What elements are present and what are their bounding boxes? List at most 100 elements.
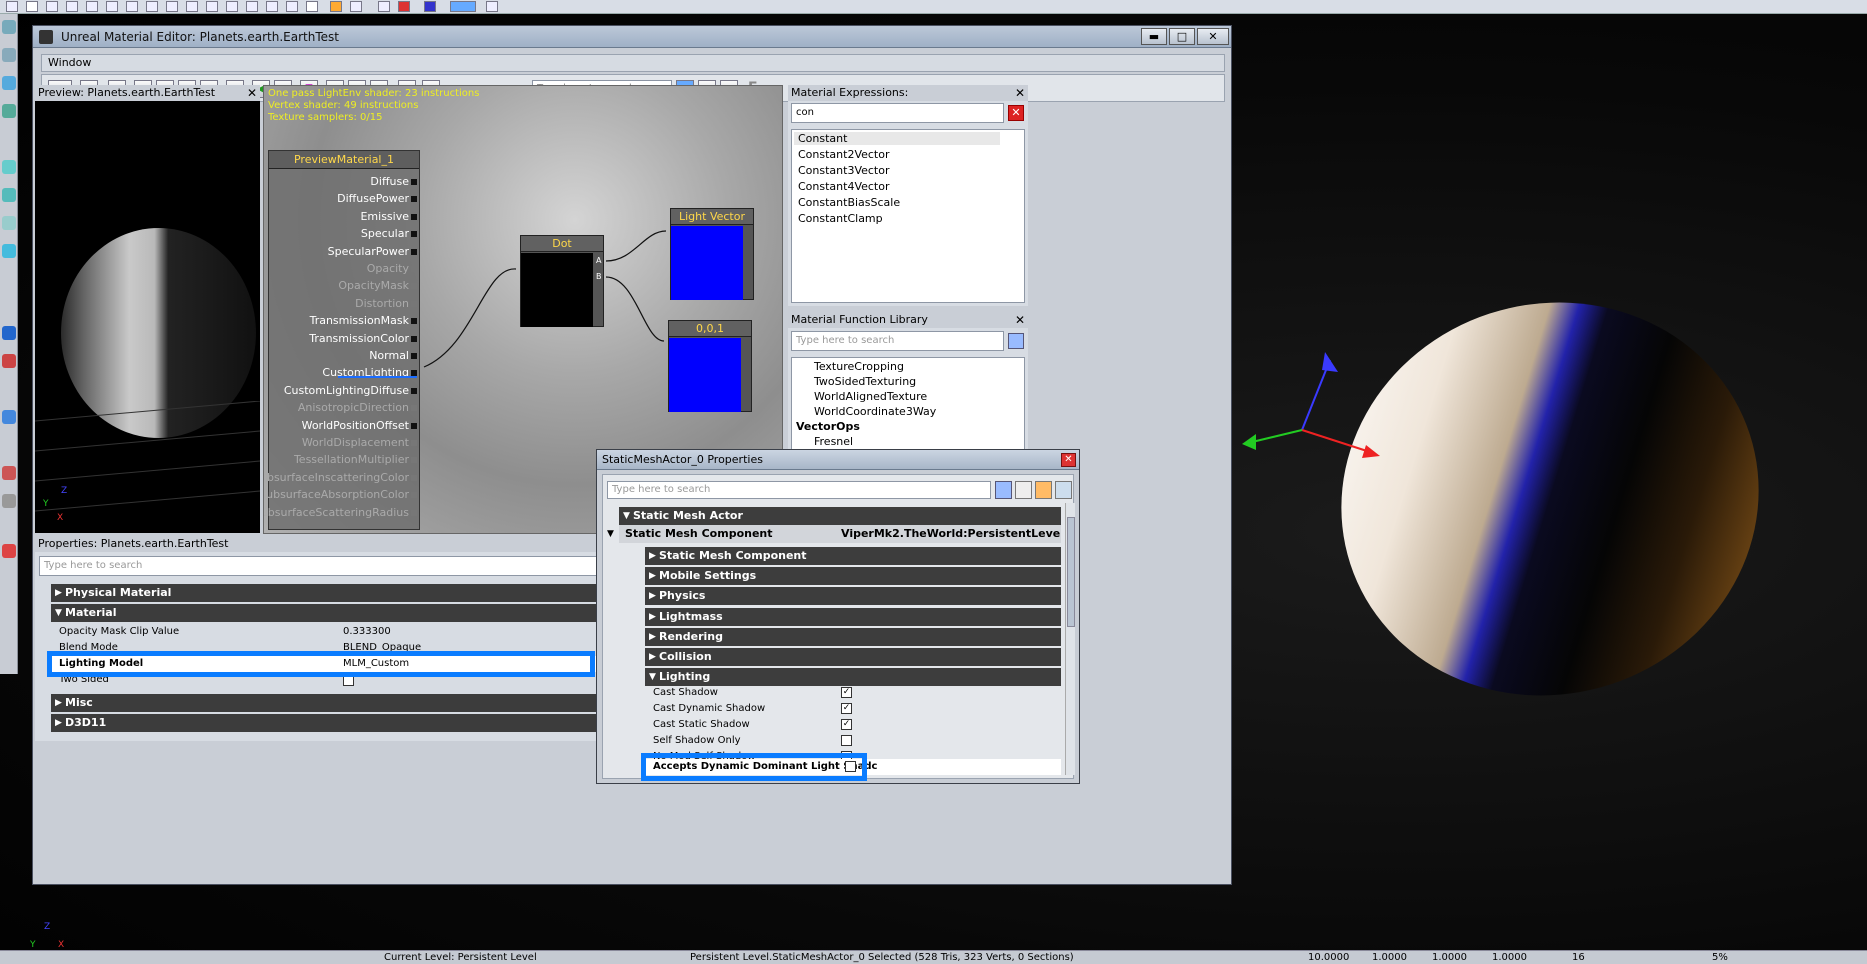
lighting-prop-row[interactable]: Cast Shadow ✓ [645, 685, 1061, 701]
subcategory-rendering[interactable]: ▶ Rendering [645, 627, 1061, 646]
tree-item[interactable]: TextureCropping [814, 360, 904, 373]
settings-icon[interactable] [1055, 481, 1072, 499]
cube-icon[interactable] [286, 1, 298, 12]
close-icon[interactable]: ✕ [1015, 85, 1025, 101]
brush-sphere-icon[interactable] [2, 244, 16, 258]
search-icon[interactable] [1008, 333, 1024, 349]
cube-icon[interactable] [266, 1, 278, 12]
function-search-input[interactable]: Type here to search [791, 331, 1004, 351]
cube-icon[interactable] [166, 1, 178, 12]
play-icon[interactable] [450, 1, 476, 12]
show-icon[interactable] [2, 494, 16, 508]
tree-item[interactable]: Fresnel [814, 435, 853, 448]
tool-icon[interactable] [486, 1, 498, 12]
select-icon[interactable] [2, 466, 16, 480]
tree-item[interactable]: TwoSidedTexturing [814, 375, 916, 388]
zoom-level[interactable]: 5% [1712, 951, 1728, 964]
drag-value[interactable]: 1.0000 [1492, 951, 1527, 964]
build-all-icon[interactable] [398, 1, 410, 12]
category-d3d11[interactable]: ▶ D3D11 [51, 714, 621, 732]
category-physical-material[interactable]: ▶ Physical Material [51, 584, 621, 602]
lighting-checkbox[interactable]: ✓ [841, 687, 852, 698]
close-icon[interactable]: ✕ [247, 85, 257, 101]
lighting-prop-row[interactable]: Cast Dynamic Shadow ✓ [645, 701, 1061, 717]
brush-plane-icon[interactable] [2, 216, 16, 230]
cube-icon[interactable] [186, 1, 198, 12]
lighting-checkbox[interactable]: ✓ [841, 719, 852, 730]
grid-size[interactable]: 16 [1572, 951, 1585, 964]
expression-search-input[interactable]: con [791, 103, 1004, 123]
drag-value[interactable]: 10.0000 [1308, 951, 1349, 964]
brush-cylinder-icon[interactable] [2, 188, 16, 202]
cube-icon[interactable] [246, 1, 258, 12]
texture-mode-icon[interactable] [2, 104, 16, 118]
expression-list-item[interactable]: Constant3Vector [798, 164, 890, 177]
prop-opacity-mask[interactable]: Opacity Mask Clip Value 0.333300 [51, 624, 621, 640]
category-material[interactable]: ▼ Material [51, 604, 621, 622]
cube-icon[interactable] [126, 1, 138, 12]
subcategory-static-mesh-component[interactable]: ▶ Static Mesh Component [645, 547, 1061, 565]
close-button[interactable]: ✕ [1197, 28, 1229, 45]
drag-value[interactable]: 1.0000 [1372, 951, 1407, 964]
lock-icon[interactable] [1035, 481, 1052, 499]
search-icon[interactable] [995, 481, 1012, 499]
subcategory-lighting[interactable]: ▼ Lighting [645, 668, 1061, 687]
expression-list-item[interactable]: ConstantClamp [798, 212, 883, 225]
lighting-checkbox[interactable]: ✓ [841, 703, 852, 714]
lighting-prop-row[interactable]: Cast Static Shadow ✓ [645, 717, 1061, 733]
drag-value[interactable]: 1.0000 [1432, 951, 1467, 964]
cube-icon[interactable] [226, 1, 238, 12]
menu-window[interactable]: Window [48, 56, 91, 69]
build-icon[interactable] [378, 1, 390, 12]
tree-item[interactable]: WorldAlignedTexture [814, 390, 927, 403]
expression-list-item[interactable]: Constant4Vector [798, 180, 890, 193]
close-icon[interactable]: ✕ [1015, 312, 1025, 328]
g-icon[interactable] [306, 1, 318, 12]
cube-icon[interactable] [206, 1, 218, 12]
category-misc[interactable]: ▶ Misc [51, 694, 621, 712]
lighting-icon[interactable] [424, 1, 436, 12]
lock-icon[interactable] [330, 1, 342, 12]
tool-icon[interactable] [350, 1, 362, 12]
terrain-mode-icon[interactable] [2, 76, 16, 90]
subcategory-lightmass[interactable]: ▶ Lightmass [645, 607, 1061, 626]
scrollbar-thumb[interactable] [1067, 517, 1075, 627]
expression-list-item[interactable]: ConstantBiasScale [798, 196, 900, 209]
tool-icon[interactable] [46, 1, 58, 12]
subcategory-collision[interactable]: ▶ Collision [645, 648, 1061, 666]
cube-icon[interactable] [106, 1, 118, 12]
close-button[interactable]: ✕ [1061, 453, 1076, 467]
scrollbar[interactable] [1065, 503, 1075, 775]
csg-add-icon[interactable] [2, 326, 16, 340]
maximize-button[interactable]: □ [1169, 28, 1195, 45]
subcategory-physics[interactable]: ▶ Physics [645, 587, 1061, 606]
lighting-prop-row[interactable]: Self Shadow Only [645, 733, 1061, 749]
volume-icon[interactable] [2, 410, 16, 424]
cube-icon[interactable] [146, 1, 158, 12]
transform-gizmo[interactable] [1230, 330, 1410, 480]
static-mesh-component-row[interactable]: ▼ Static Mesh Component ViperMk2.TheWorl… [607, 525, 1061, 543]
tree-group[interactable]: VectorOps [796, 420, 860, 433]
geometry-mode-icon[interactable] [2, 48, 16, 62]
subcategory-mobile-settings[interactable]: ▶ Mobile Settings [645, 567, 1061, 586]
lighting-checkbox[interactable] [841, 735, 852, 746]
expression-list-item[interactable]: Constant2Vector [798, 148, 890, 161]
camera-mode-icon[interactable] [2, 20, 16, 34]
p-icon[interactable] [26, 1, 38, 12]
csg-subtract-icon[interactable] [2, 354, 16, 368]
dropdown-icon[interactable] [6, 1, 18, 12]
tool-icon[interactable] [2, 544, 16, 558]
minimize-button[interactable]: ▬ [1141, 28, 1167, 45]
brush-cone-icon[interactable] [2, 160, 16, 174]
earth-sphere-mesh[interactable] [1290, 248, 1810, 750]
clear-search-icon[interactable]: ✕ [1008, 105, 1024, 121]
favorites-icon[interactable] [1015, 481, 1032, 499]
cube-icon[interactable] [86, 1, 98, 12]
tool-icon[interactable] [66, 1, 78, 12]
category-static-mesh-actor[interactable]: ▼ Static Mesh Actor [619, 507, 1061, 525]
properties-search-input[interactable]: Type here to search [607, 481, 991, 499]
tree-item[interactable]: WorldCoordinate3Way [814, 405, 936, 418]
properties-search-input[interactable]: Type here to search [39, 556, 621, 576]
expression-list-item[interactable]: Constant [794, 132, 1000, 145]
preview-viewport[interactable]: Y Z X [35, 101, 260, 533]
